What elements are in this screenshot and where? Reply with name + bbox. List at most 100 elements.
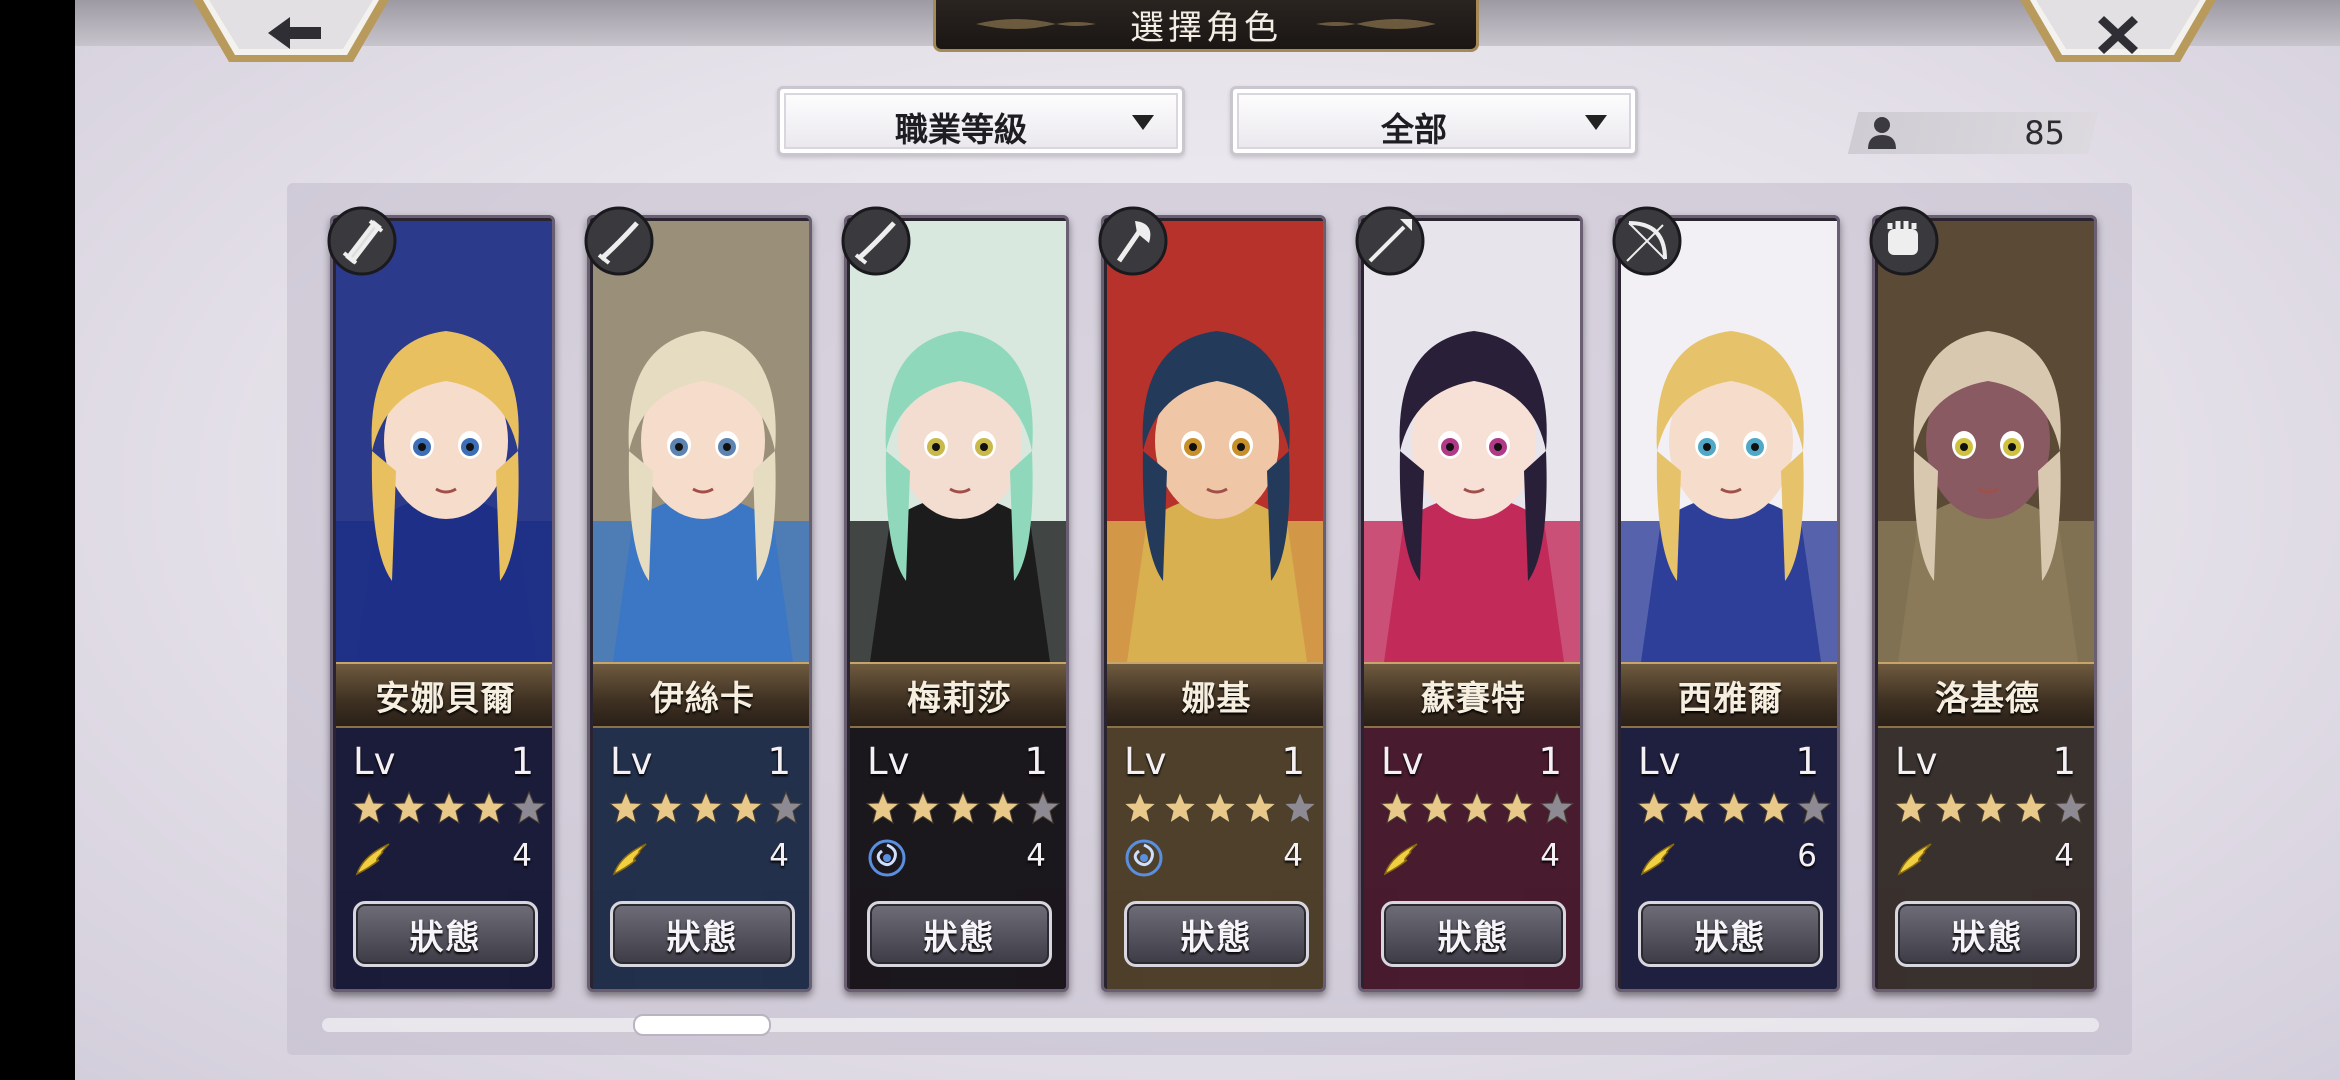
star-rating (1379, 790, 1575, 832)
sword-icon (327, 206, 397, 276)
star-filled-icon (688, 790, 724, 825)
level-value: 1 (1795, 740, 1819, 783)
attribute-value: 4 (2054, 838, 2074, 874)
level-value: 1 (510, 740, 534, 783)
category-dropdown-label: 全部 (1381, 110, 1447, 149)
status-button[interactable]: 狀態 (867, 901, 1052, 967)
status-button[interactable]: 狀態 (1895, 901, 2080, 967)
star-filled-icon (1379, 790, 1415, 825)
character-name: 伊絲卡 (650, 678, 755, 719)
person-icon (1868, 117, 1896, 149)
gold-wing-icon (355, 843, 390, 876)
character-name: 西雅爾 (1678, 678, 1783, 719)
status-button[interactable]: 狀態 (1638, 901, 1823, 967)
star-filled-icon (905, 790, 941, 825)
level-label: Lv (1124, 740, 1167, 783)
level-value: 1 (1024, 740, 1048, 783)
character-nameplate: 洛基德 (1878, 662, 2094, 728)
gold-wing-icon (1640, 843, 1675, 876)
game-screen: 選擇角色 職業等級 全部 85 安娜貝爾 Lv 1 4 狀態 伊絲卡 Lv 1 4 狀態 梅莉莎 Lv… (75, 0, 2340, 1080)
character-name: 安娜貝爾 (375, 678, 516, 719)
level-value: 1 (1281, 740, 1305, 783)
attribute-value: 4 (1026, 838, 1046, 874)
character-portrait (593, 221, 809, 662)
character-card[interactable]: 娜基 Lv 1 4 狀態 (1098, 206, 1326, 992)
status-button[interactable]: 狀態 (610, 901, 795, 967)
star-filled-icon (648, 790, 684, 825)
status-button-label: 狀態 (666, 917, 739, 958)
star-filled-icon (391, 790, 427, 825)
star-filled-icon (945, 790, 981, 825)
character-card[interactable]: 蘇賽特 Lv 1 4 狀態 (1355, 206, 1583, 992)
horizontal-scrollbar[interactable] (322, 1018, 2099, 1032)
attribute-value: 4 (769, 838, 789, 874)
sort-dropdown[interactable]: 職業等級 (777, 86, 1185, 156)
level-label: Lv (1381, 740, 1424, 783)
gold-wing-icon (1897, 843, 1932, 876)
portrait-area (336, 221, 552, 662)
star-filled-icon (431, 790, 467, 825)
close-x-icon (2098, 16, 2138, 54)
back-button[interactable] (193, 0, 389, 64)
sort-dropdown-label: 職業等級 (895, 110, 1027, 149)
character-card[interactable]: 洛基德 Lv 1 4 狀態 (1869, 206, 2097, 992)
character-nameplate: 梅莉莎 (850, 662, 1066, 728)
star-filled-icon (2013, 790, 2049, 825)
character-nameplate: 西雅爾 (1621, 662, 1837, 728)
star-filled-icon (1893, 790, 1929, 825)
roster-count: 85 (2024, 114, 2065, 152)
star-filled-icon (1716, 790, 1752, 825)
star-rating (1893, 790, 2089, 832)
character-card[interactable]: 西雅爾 Lv 1 6 狀態 (1612, 206, 1840, 992)
portrait-area (1107, 221, 1323, 662)
character-name: 蘇賽特 (1421, 678, 1526, 719)
character-portrait (1878, 221, 2094, 662)
character-name: 洛基德 (1935, 678, 2040, 719)
star-filled-icon (865, 790, 901, 825)
category-dropdown[interactable]: 全部 (1230, 86, 1638, 156)
star-filled-icon (608, 790, 644, 825)
character-card[interactable]: 安娜貝爾 Lv 1 4 狀態 (327, 206, 555, 992)
status-button[interactable]: 狀態 (1124, 901, 1309, 967)
page-title: 選擇角色 (1130, 8, 1282, 48)
card-frame: 洛基德 Lv 1 4 狀態 (1872, 215, 2097, 992)
star-empty-icon (2053, 790, 2089, 825)
status-button[interactable]: 狀態 (1381, 901, 1566, 967)
level-label: Lv (610, 740, 653, 783)
attribute-value: 4 (1540, 838, 1560, 874)
gold-wing-icon (1383, 843, 1418, 876)
blue-spiral-icon (1125, 839, 1163, 877)
bow-icon (1612, 206, 1682, 276)
character-card[interactable]: 梅莉莎 Lv 1 4 狀態 (841, 206, 1069, 992)
title-plate: 選擇角色 (933, 0, 1479, 52)
star-filled-icon (1242, 790, 1278, 825)
left-arrow-icon (268, 17, 321, 49)
character-portrait (1107, 221, 1323, 662)
character-portrait (1364, 221, 1580, 662)
star-rating (865, 790, 1061, 832)
katana-icon (584, 206, 654, 276)
portrait-area (593, 221, 809, 662)
gold-wing-icon (612, 843, 647, 876)
scrollbar-thumb[interactable] (633, 1014, 772, 1036)
fist-icon (1869, 206, 1939, 276)
character-portrait (850, 221, 1066, 662)
axe-icon (1098, 206, 1168, 276)
katana-icon (841, 206, 911, 276)
card-frame: 娜基 Lv 1 4 狀態 (1101, 215, 1326, 992)
star-empty-icon (1025, 790, 1061, 825)
star-empty-icon (1282, 790, 1318, 825)
character-nameplate: 安娜貝爾 (336, 662, 552, 728)
card-frame: 伊絲卡 Lv 1 4 狀態 (587, 215, 812, 992)
character-nameplate: 伊絲卡 (593, 662, 809, 728)
character-name: 梅莉莎 (907, 678, 1012, 719)
level-label: Lv (867, 740, 910, 783)
star-filled-icon (1756, 790, 1792, 825)
status-button-label: 狀態 (409, 917, 482, 958)
status-button[interactable]: 狀態 (353, 901, 538, 967)
close-button[interactable] (2020, 0, 2216, 64)
star-rating (1122, 790, 1318, 832)
star-rating (608, 790, 804, 832)
character-card[interactable]: 伊絲卡 Lv 1 4 狀態 (584, 206, 812, 992)
character-portrait (336, 221, 552, 662)
